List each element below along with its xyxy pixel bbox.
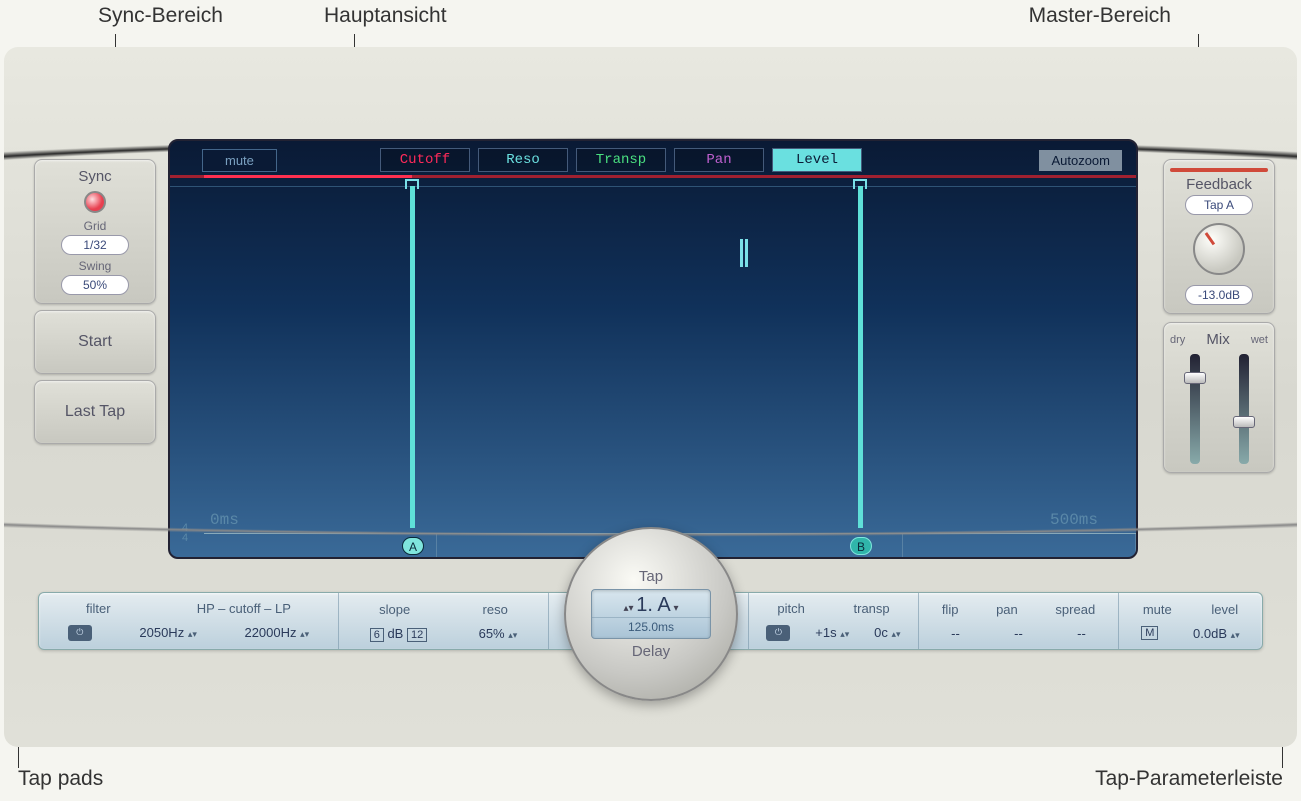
mute-tab[interactable]: mute — [202, 149, 277, 172]
start-pad[interactable]: Start — [34, 310, 156, 374]
mute-button[interactable]: M — [1141, 626, 1158, 640]
slope-unit: dB — [387, 626, 403, 641]
sync-section: Sync Grid 1/32 Swing 50% Start Last Tap — [34, 159, 156, 444]
grid-value[interactable]: 1/32 — [61, 235, 129, 255]
dial-value-box[interactable]: ▴▾ 1. A ▾ 125.0ms — [591, 589, 711, 639]
mute-label: mute — [1143, 602, 1172, 617]
redline-active — [204, 175, 412, 178]
tab-pan[interactable]: Pan — [674, 148, 764, 172]
dial-bottom-label: Delay — [632, 643, 670, 660]
reso-value[interactable]: 65% — [479, 626, 505, 641]
spread-label: spread — [1055, 602, 1095, 617]
tab-transp[interactable]: Transp — [576, 148, 666, 172]
spread-value[interactable]: -- — [1077, 626, 1086, 641]
lasttap-label: Last Tap — [41, 403, 149, 421]
hp-cutoff-lp-label: HP – cutoff – LP — [197, 601, 291, 616]
swing-label: Swing — [41, 259, 149, 273]
transp-label: transp — [854, 601, 890, 616]
sync-title: Sync — [41, 168, 149, 185]
lp-value[interactable]: 22000Hz — [244, 625, 296, 640]
start-label: Start — [41, 333, 149, 351]
reso-label: reso — [483, 602, 508, 617]
feedback-box: Feedback Tap A -13.0dB — [1163, 159, 1275, 314]
tap-delay-dial[interactable]: Tap ▴▾ 1. A ▾ 125.0ms Delay — [564, 527, 738, 701]
mix-title: Mix — [1206, 331, 1229, 348]
tap-a-line[interactable] — [410, 186, 415, 528]
flip-label: flip — [942, 602, 959, 617]
wet-slider[interactable] — [1239, 354, 1249, 464]
autozoom-button[interactable]: Autozoom — [1039, 150, 1122, 171]
midline — [170, 186, 1136, 187]
dial-sub-value[interactable]: 125.0ms — [592, 617, 710, 634]
annotation-paramleiste: Tap-Parameterleiste — [1095, 767, 1283, 791]
transp-value[interactable]: 0c — [874, 625, 888, 640]
mix-box: dry Mix wet — [1163, 322, 1275, 473]
time-signature: 44 — [182, 523, 188, 543]
mix-wet-label: wet — [1251, 334, 1268, 346]
feedback-tap-select[interactable]: Tap A — [1185, 195, 1253, 215]
flip-value[interactable]: -- — [951, 626, 960, 641]
annotation-tappads: Tap pads — [18, 767, 103, 791]
plugin-frame: Sync Grid 1/32 Swing 50% Start Last Tap … — [4, 47, 1297, 747]
annotation-mainview: Hauptansicht — [324, 4, 447, 28]
dial-main-value[interactable]: 1. A — [636, 594, 670, 616]
pitch-value[interactable]: +1s — [815, 625, 836, 640]
sync-led-button[interactable] — [84, 191, 106, 213]
main-display[interactable]: mute Cutoff Reso Transp Pan Level Autozo… — [168, 139, 1138, 559]
swing-value[interactable]: 50% — [61, 275, 129, 295]
tap-b-line[interactable] — [858, 186, 863, 528]
slope-12-button[interactable]: 12 — [407, 628, 427, 642]
master-section: Feedback Tap A -13.0dB dry Mix wet — [1163, 159, 1275, 473]
param-tabs: Cutoff Reso Transp Pan Level — [380, 148, 862, 172]
tap-marker-a[interactable]: A — [402, 537, 424, 555]
filter-label: filter — [86, 601, 111, 616]
feedback-knob[interactable] — [1193, 223, 1245, 275]
time-start-label: 0ms — [210, 511, 239, 529]
pitch-power-button[interactable]: ⏻ — [766, 625, 790, 641]
pan-value[interactable]: -- — [1014, 626, 1023, 641]
level-indicator — [740, 239, 750, 267]
feedback-db[interactable]: -13.0dB — [1185, 285, 1253, 305]
dry-slider-thumb[interactable] — [1184, 372, 1206, 384]
tab-level[interactable]: Level — [772, 148, 862, 172]
slope-6-button[interactable]: 6 — [370, 628, 384, 642]
tab-reso[interactable]: Reso — [478, 148, 568, 172]
dry-slider[interactable] — [1190, 354, 1200, 464]
feedback-title: Feedback — [1170, 176, 1268, 193]
tap-marker-b[interactable]: B — [850, 537, 872, 555]
filter-power-button[interactable]: ⏻ — [68, 625, 92, 641]
sync-box: Sync Grid 1/32 Swing 50% — [34, 159, 156, 304]
feedback-accent — [1170, 168, 1268, 172]
display-tab-row: mute Cutoff Reso Transp Pan Level Autozo… — [170, 147, 1136, 173]
pan-label: pan — [996, 602, 1018, 617]
wet-slider-thumb[interactable] — [1233, 416, 1255, 428]
pitch-label: pitch — [777, 601, 804, 616]
tab-cutoff[interactable]: Cutoff — [380, 148, 470, 172]
grid-label: Grid — [41, 219, 149, 233]
annotation-master: Master-Bereich — [1029, 4, 1171, 28]
level-label: level — [1211, 602, 1238, 617]
time-end-label: 500ms — [1050, 511, 1098, 529]
slope-label: slope — [379, 602, 410, 617]
lasttap-pad[interactable]: Last Tap — [34, 380, 156, 444]
dial-top-label: Tap — [639, 568, 663, 585]
annotation-sync: Sync-Bereich — [98, 4, 223, 28]
hp-value[interactable]: 2050Hz — [139, 625, 184, 640]
level-value[interactable]: 0.0dB — [1193, 626, 1227, 641]
mix-dry-label: dry — [1170, 334, 1185, 346]
